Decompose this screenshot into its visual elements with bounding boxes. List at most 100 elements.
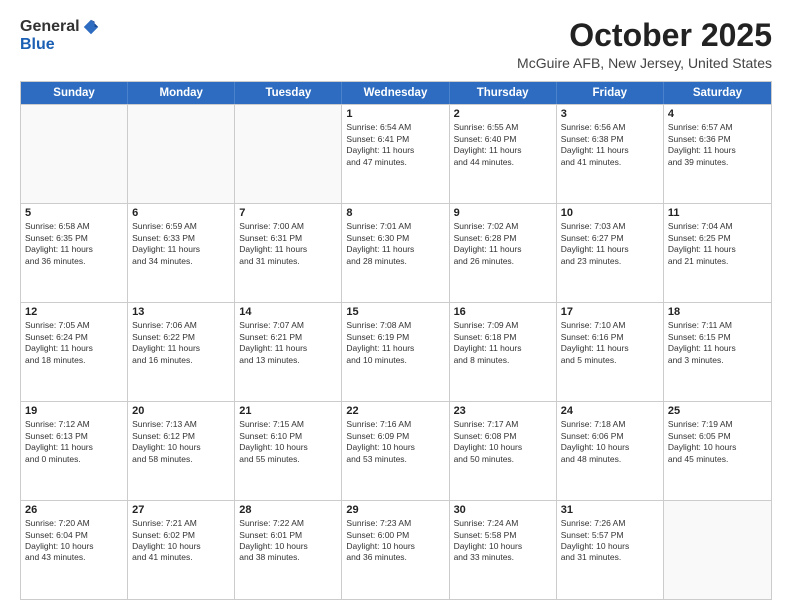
day-info: Sunrise: 7:05 AM Sunset: 6:24 PM Dayligh…: [25, 320, 123, 366]
day-info: Sunrise: 7:00 AM Sunset: 6:31 PM Dayligh…: [239, 221, 337, 267]
calendar-header: SundayMondayTuesdayWednesdayThursdayFrid…: [21, 82, 771, 104]
day-info: Sunrise: 7:10 AM Sunset: 6:16 PM Dayligh…: [561, 320, 659, 366]
calendar-day-17: 17Sunrise: 7:10 AM Sunset: 6:16 PM Dayli…: [557, 303, 664, 401]
calendar-day-25: 25Sunrise: 7:19 AM Sunset: 6:05 PM Dayli…: [664, 402, 771, 500]
day-info: Sunrise: 7:03 AM Sunset: 6:27 PM Dayligh…: [561, 221, 659, 267]
page: General Blue October 2025 McGuire AFB, N…: [0, 0, 792, 612]
day-info: Sunrise: 7:06 AM Sunset: 6:22 PM Dayligh…: [132, 320, 230, 366]
day-number: 3: [561, 108, 659, 120]
calendar-day-13: 13 Sunrise: 7:06 AM Sunset: 6:22 PM Dayli…: [128, 303, 235, 401]
calendar-day-empty: [664, 501, 771, 599]
calendar-day-19: 19 Sunrise: 7:12 AM Sunset: 6:13 PM Dayli…: [21, 402, 128, 500]
calendar-day-16: 16Sunrise: 7:09 AM Sunset: 6:18 PM Dayli…: [450, 303, 557, 401]
calendar-day-1: 1 Sunrise: 6:54 AM Sunset: 6:41 PM Daylig…: [342, 105, 449, 203]
day-info: Sunrise: 7:15 AM Sunset: 6:10 PM Dayligh…: [239, 419, 337, 465]
calendar-day-20: 20 Sunrise: 7:13 AM Sunset: 6:12 PM Dayli…: [128, 402, 235, 500]
calendar-day-4: 4Sunrise: 6:57 AM Sunset: 6:36 PM Daylig…: [664, 105, 771, 203]
day-info: Sunrise: 7:07 AM Sunset: 6:21 PM Dayligh…: [239, 320, 337, 366]
header-day-monday: Monday: [128, 82, 235, 104]
calendar-day-12: 12Sunrise: 7:05 AM Sunset: 6:24 PM Dayli…: [21, 303, 128, 401]
calendar-day-6: 6Sunrise: 6:59 AM Sunset: 6:33 PM Daylig…: [128, 204, 235, 302]
day-number: 29: [346, 504, 444, 516]
day-number: 7: [239, 207, 337, 219]
day-number: 4: [668, 108, 767, 120]
day-info: Sunrise: 6:56 AM Sunset: 6:38 PM Dayligh…: [561, 122, 659, 168]
calendar-day-empty: [128, 105, 235, 203]
header-day-wednesday: Wednesday: [342, 82, 449, 104]
day-number: 19: [25, 405, 123, 417]
calendar-week-1: 1 Sunrise: 6:54 AM Sunset: 6:41 PM Daylig…: [21, 104, 771, 203]
day-number: 8: [346, 207, 444, 219]
day-number: 14: [239, 306, 337, 318]
day-number: 2: [454, 108, 552, 120]
calendar-day-2: 2 Sunrise: 6:55 AM Sunset: 6:40 PM Daylig…: [450, 105, 557, 203]
calendar-day-14: 14 Sunrise: 7:07 AM Sunset: 6:21 PM Dayli…: [235, 303, 342, 401]
calendar-week-5: 26 Sunrise: 7:20 AM Sunset: 6:04 PM Dayli…: [21, 500, 771, 599]
calendar-day-empty: [21, 105, 128, 203]
calendar-day-30: 30 Sunrise: 7:24 AM Sunset: 5:58 PM Dayli…: [450, 501, 557, 599]
day-info: Sunrise: 7:24 AM Sunset: 5:58 PM Dayligh…: [454, 518, 552, 564]
day-info: Sunrise: 7:12 AM Sunset: 6:13 PM Dayligh…: [25, 419, 123, 465]
logo-blue-text: Blue: [20, 36, 55, 53]
day-info: Sunrise: 7:16 AM Sunset: 6:09 PM Dayligh…: [346, 419, 444, 465]
day-number: 10: [561, 207, 659, 219]
day-number: 26: [25, 504, 123, 516]
logo-icon: [82, 18, 100, 36]
day-info: Sunrise: 7:21 AM Sunset: 6:02 PM Dayligh…: [132, 518, 230, 564]
day-number: 9: [454, 207, 552, 219]
calendar-week-3: 12Sunrise: 7:05 AM Sunset: 6:24 PM Dayli…: [21, 302, 771, 401]
day-info: Sunrise: 7:04 AM Sunset: 6:25 PM Dayligh…: [668, 221, 767, 267]
day-info: Sunrise: 7:13 AM Sunset: 6:12 PM Dayligh…: [132, 419, 230, 465]
day-number: 23: [454, 405, 552, 417]
header-right: October 2025 McGuire AFB, New Jersey, Un…: [517, 18, 772, 71]
day-number: 1: [346, 108, 444, 120]
day-info: Sunrise: 7:17 AM Sunset: 6:08 PM Dayligh…: [454, 419, 552, 465]
day-info: Sunrise: 7:02 AM Sunset: 6:28 PM Dayligh…: [454, 221, 552, 267]
calendar-day-10: 10 Sunrise: 7:03 AM Sunset: 6:27 PM Dayli…: [557, 204, 664, 302]
calendar: SundayMondayTuesdayWednesdayThursdayFrid…: [20, 81, 772, 600]
day-number: 31: [561, 504, 659, 516]
logo-general-text: General: [20, 18, 80, 36]
day-number: 13: [132, 306, 230, 318]
header-day-friday: Friday: [557, 82, 664, 104]
day-number: 27: [132, 504, 230, 516]
calendar-day-27: 27 Sunrise: 7:21 AM Sunset: 6:02 PM Dayli…: [128, 501, 235, 599]
day-info: Sunrise: 6:54 AM Sunset: 6:41 PM Dayligh…: [346, 122, 444, 168]
day-number: 21: [239, 405, 337, 417]
day-info: Sunrise: 7:09 AM Sunset: 6:18 PM Dayligh…: [454, 320, 552, 366]
calendar-day-15: 15Sunrise: 7:08 AM Sunset: 6:19 PM Dayli…: [342, 303, 449, 401]
day-info: Sunrise: 7:22 AM Sunset: 6:01 PM Dayligh…: [239, 518, 337, 564]
day-info: Sunrise: 7:23 AM Sunset: 6:00 PM Dayligh…: [346, 518, 444, 564]
day-number: 28: [239, 504, 337, 516]
calendar-day-21: 21 Sunrise: 7:15 AM Sunset: 6:10 PM Dayli…: [235, 402, 342, 500]
calendar-week-4: 19 Sunrise: 7:12 AM Sunset: 6:13 PM Dayli…: [21, 401, 771, 500]
calendar-day-28: 28 Sunrise: 7:22 AM Sunset: 6:01 PM Dayli…: [235, 501, 342, 599]
day-number: 30: [454, 504, 552, 516]
day-number: 11: [668, 207, 767, 219]
header-day-thursday: Thursday: [450, 82, 557, 104]
day-number: 25: [668, 405, 767, 417]
day-info: Sunrise: 7:18 AM Sunset: 6:06 PM Dayligh…: [561, 419, 659, 465]
calendar-day-23: 23 Sunrise: 7:17 AM Sunset: 6:08 PM Dayli…: [450, 402, 557, 500]
day-info: Sunrise: 6:55 AM Sunset: 6:40 PM Dayligh…: [454, 122, 552, 168]
calendar-day-18: 18Sunrise: 7:11 AM Sunset: 6:15 PM Dayli…: [664, 303, 771, 401]
header-day-tuesday: Tuesday: [235, 82, 342, 104]
day-number: 22: [346, 405, 444, 417]
calendar-day-3: 3 Sunrise: 6:56 AM Sunset: 6:38 PM Daylig…: [557, 105, 664, 203]
calendar-day-empty: [235, 105, 342, 203]
day-info: Sunrise: 7:11 AM Sunset: 6:15 PM Dayligh…: [668, 320, 767, 366]
day-info: Sunrise: 7:26 AM Sunset: 5:57 PM Dayligh…: [561, 518, 659, 564]
calendar-day-7: 7 Sunrise: 7:00 AM Sunset: 6:31 PM Daylig…: [235, 204, 342, 302]
calendar-day-5: 5Sunrise: 6:58 AM Sunset: 6:35 PM Daylig…: [21, 204, 128, 302]
logo: General Blue: [20, 18, 100, 54]
calendar-day-24: 24Sunrise: 7:18 AM Sunset: 6:06 PM Dayli…: [557, 402, 664, 500]
day-number: 15: [346, 306, 444, 318]
day-info: Sunrise: 7:01 AM Sunset: 6:30 PM Dayligh…: [346, 221, 444, 267]
day-number: 5: [25, 207, 123, 219]
calendar-day-22: 22 Sunrise: 7:16 AM Sunset: 6:09 PM Dayli…: [342, 402, 449, 500]
day-info: Sunrise: 7:20 AM Sunset: 6:04 PM Dayligh…: [25, 518, 123, 564]
day-number: 20: [132, 405, 230, 417]
location: McGuire AFB, New Jersey, United States: [517, 55, 772, 71]
calendar-body: 1 Sunrise: 6:54 AM Sunset: 6:41 PM Daylig…: [21, 104, 771, 599]
calendar-day-26: 26 Sunrise: 7:20 AM Sunset: 6:04 PM Dayli…: [21, 501, 128, 599]
